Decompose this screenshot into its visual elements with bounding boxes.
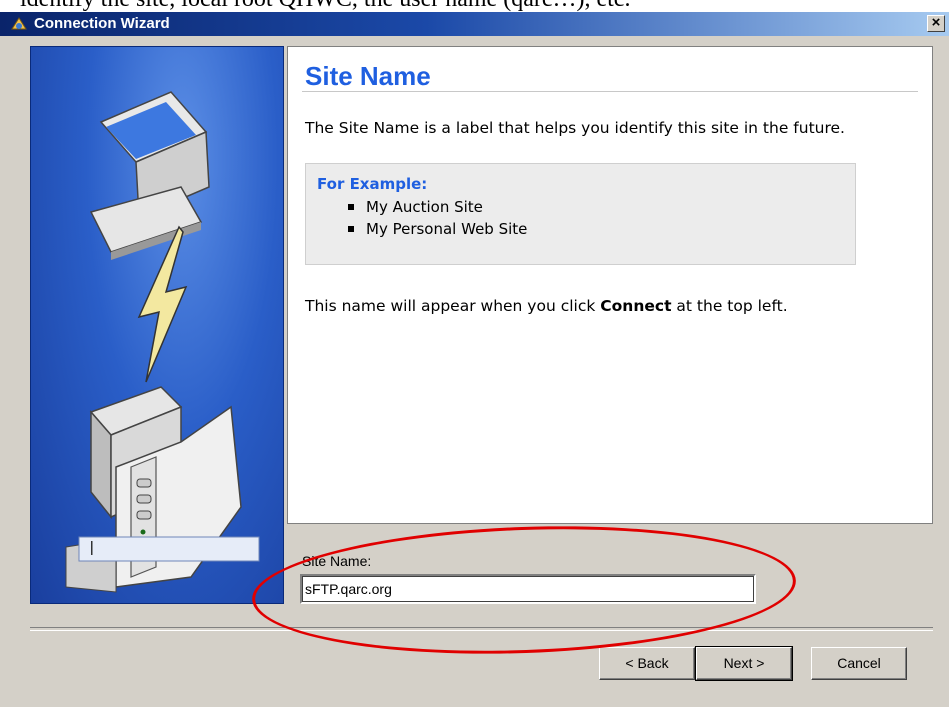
note-text-end: at the top left. [671, 297, 788, 315]
title-divider [302, 91, 918, 92]
next-button[interactable]: Next > [695, 646, 793, 681]
wizard-side-illustration [30, 46, 284, 604]
list-item-text: My Auction Site [366, 198, 483, 216]
connect-note: This name will appear when you click Con… [305, 297, 788, 315]
close-button[interactable]: × [927, 14, 945, 32]
note-text: This name will appear when you click [305, 297, 601, 315]
cancel-button[interactable]: Cancel [811, 647, 907, 680]
bullet-icon [348, 226, 354, 232]
example-heading: For Example: [317, 175, 428, 193]
title-bar: Connection Wizard × [0, 12, 949, 36]
list-item: My Personal Web Site [348, 218, 527, 240]
connection-wizard-icon [11, 17, 27, 30]
site-name-label: Site Name: [302, 553, 372, 569]
list-item-text: My Personal Web Site [366, 220, 528, 238]
bullet-icon [348, 204, 354, 210]
computer-to-server-connection-illustration [65, 91, 260, 593]
example-box: For Example: My Auction Site My Personal… [305, 163, 856, 265]
example-list: My Auction Site My Personal Web Site [348, 196, 527, 240]
close-icon: × [931, 14, 941, 31]
intro-text: The Site Name is a label that helps you … [305, 119, 845, 137]
page-title: Site Name [305, 61, 431, 91]
note-emphasis: Connect [600, 297, 672, 315]
wizard-content-panel: Site Name The Site Name is a label that … [287, 46, 933, 524]
back-button[interactable]: < Back [599, 647, 695, 680]
list-item: My Auction Site [348, 196, 527, 218]
site-name-input[interactable] [300, 574, 756, 604]
button-divider [30, 627, 933, 631]
window-title: Connection Wizard [34, 15, 170, 32]
